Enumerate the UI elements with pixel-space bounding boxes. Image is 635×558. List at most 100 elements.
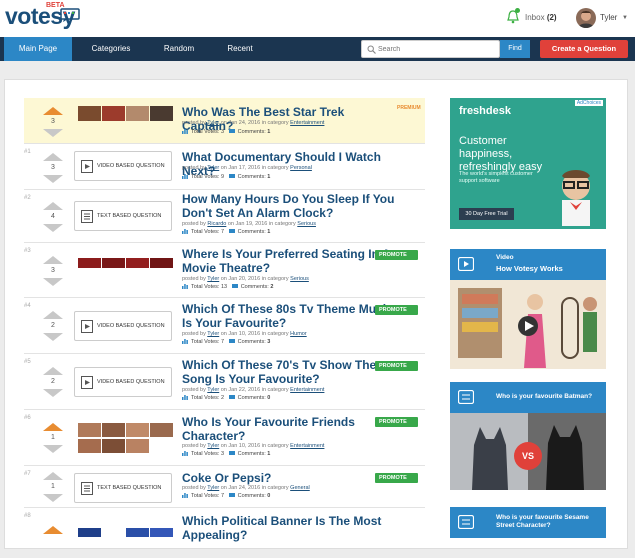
category-link[interactable]: Humor <box>290 331 307 337</box>
upvote-icon[interactable] <box>43 202 63 210</box>
ad-cta-button[interactable]: 30 Day Free Trial <box>459 208 514 220</box>
upvote-icon[interactable] <box>43 367 63 375</box>
question-row: #3 3 Where Is Your Preferred Seating In … <box>24 243 425 298</box>
question-meta: posted by Tyler on Jan 10, 2016 in categ… <box>182 443 422 449</box>
question-title[interactable]: Coke Or Pepsi? <box>182 471 397 485</box>
rank-label: #8 <box>24 513 31 519</box>
question-meta: posted by Ricardo on Jan 19, 2016 in cat… <box>182 221 422 227</box>
tab-random[interactable]: Random <box>150 37 208 61</box>
category-link[interactable]: Personal <box>290 165 312 171</box>
author-link[interactable]: Tyler <box>207 276 219 282</box>
question-title[interactable]: Which Of These 80s Tv Theme Music Is You… <box>182 302 397 330</box>
comments-label: Comments: <box>237 339 266 345</box>
how-votesy-works-card[interactable]: Video How Votesy Works <box>450 249 606 369</box>
question-title[interactable]: Who Is Your Favourite Friends Character? <box>182 415 397 443</box>
author-link[interactable]: Tyler <box>207 387 219 393</box>
question-thumbnails[interactable] <box>74 528 174 558</box>
promote-button[interactable]: PROMOTE <box>375 250 418 260</box>
question-type-box[interactable]: VIDEO BASED QUESTION <box>74 311 172 341</box>
promote-button[interactable]: PROMOTE <box>375 473 418 483</box>
downvote-icon[interactable] <box>43 445 63 453</box>
batman-poll-card[interactable]: Who is your favourite Batman? VS <box>450 382 606 490</box>
category-link[interactable]: Entertainment <box>290 120 324 126</box>
downvote-icon[interactable] <box>43 129 63 137</box>
tab-main-page[interactable]: Main Page <box>4 37 72 61</box>
author-link[interactable]: Tyler <box>207 331 219 337</box>
category-link[interactable]: Entertainment <box>290 387 324 393</box>
upvote-icon[interactable] <box>43 107 63 115</box>
downvote-icon[interactable] <box>43 494 63 502</box>
question-thumbnails[interactable] <box>74 106 174 136</box>
category-link[interactable]: Serious <box>290 276 309 282</box>
posted-by-label: posted by <box>182 276 206 282</box>
upvote-icon[interactable] <box>43 423 63 431</box>
promote-button[interactable]: PROMOTE <box>375 417 418 427</box>
question-type-box[interactable]: TEXT BASED QUESTION <box>74 201 172 231</box>
question-type-box[interactable]: VIDEO BASED QUESTION <box>74 367 172 397</box>
inbox-link[interactable]: Inbox (2) <box>525 13 557 22</box>
upvote-icon[interactable] <box>43 472 63 480</box>
downvote-icon[interactable] <box>43 175 63 183</box>
username[interactable]: Tyler <box>600 13 617 22</box>
sesame-street-poll-card[interactable]: Who is your favourite Sesame Street Char… <box>450 507 606 538</box>
question-row: #7 1 TEXT BASED QUESTION Coke Or Pepsi? … <box>24 466 425 508</box>
question-type-box[interactable]: VIDEO BASED QUESTION <box>74 151 172 181</box>
search-input[interactable] <box>378 42 496 56</box>
total-votes-label: Total Votes: <box>191 493 220 499</box>
freshdesk-ad[interactable]: AdChoices freshdesk Customer happiness, … <box>450 98 606 229</box>
downvote-icon[interactable] <box>43 224 63 232</box>
question-row: #5 2 VIDEO BASED QUESTION Which Of These… <box>24 354 425 410</box>
create-question-button[interactable]: Create a Question <box>540 40 628 58</box>
question-title[interactable]: How Many Hours Do You Sleep If You Don't… <box>182 192 397 220</box>
total-votes-value: 13 <box>220 284 228 290</box>
video-icon <box>81 320 93 333</box>
author-link[interactable]: Tyler <box>207 485 219 491</box>
promote-button[interactable]: PROMOTE <box>375 361 418 371</box>
total-votes-label: Total Votes: <box>191 395 220 401</box>
total-votes-value: 3 <box>220 129 225 135</box>
vote-count: 2 <box>51 322 55 329</box>
vote-count: 3 <box>51 267 55 274</box>
question-thumbnails[interactable] <box>74 258 174 288</box>
adchoices-label[interactable]: AdChoices <box>574 100 603 106</box>
post-date: on Jan 24, 2016 in category <box>220 120 289 126</box>
question-title[interactable]: Where Is Your Preferred Seating In A Mov… <box>182 247 397 275</box>
category-link[interactable]: General <box>290 485 310 491</box>
question-type-box[interactable]: TEXT BASED QUESTION <box>74 473 172 503</box>
posted-by-label: posted by <box>182 485 206 491</box>
question-meta: posted by Tyler on Jan 24, 2016 in categ… <box>182 485 422 491</box>
author-link[interactable]: Ricardo <box>207 221 226 227</box>
comments-label: Comments: <box>237 129 266 135</box>
rank-label: #1 <box>24 149 31 155</box>
author-link[interactable]: Tyler <box>207 443 219 449</box>
upvote-icon[interactable] <box>43 153 63 161</box>
author-link[interactable]: Tyler <box>207 165 219 171</box>
post-date: on Jan 10, 2016 in category <box>220 331 289 337</box>
author-link[interactable]: Tyler <box>207 120 219 126</box>
category-link[interactable]: Serious <box>297 221 316 227</box>
avatar[interactable] <box>576 8 596 28</box>
downvote-icon[interactable] <box>43 333 63 341</box>
find-button[interactable]: Find <box>500 40 530 58</box>
comments-count: 1 <box>267 174 271 180</box>
downvote-icon[interactable] <box>43 278 63 286</box>
comments-count: 2 <box>270 284 274 290</box>
question-title[interactable]: Which Of These 70's Tv Show Theme Song I… <box>182 358 397 386</box>
promote-button[interactable]: PROMOTE <box>375 305 418 315</box>
tab-categories[interactable]: Categories <box>76 37 146 61</box>
rank-label: #4 <box>24 303 31 309</box>
bar-chart-icon <box>182 395 188 401</box>
question-title[interactable]: Which Political Banner Is The Most Appea… <box>182 514 397 542</box>
total-votes-label: Total Votes: <box>191 174 220 180</box>
downvote-icon[interactable] <box>43 389 63 397</box>
rank-label: #3 <box>24 248 31 254</box>
upvote-icon[interactable] <box>43 526 63 534</box>
upvote-icon[interactable] <box>43 311 63 319</box>
chevron-down-icon[interactable]: ▼ <box>622 15 628 21</box>
category-link[interactable]: Entertainment <box>290 443 324 449</box>
question-meta: posted by Tyler on Jan 24, 2016 in categ… <box>182 120 422 126</box>
comments-label: Comments: <box>237 493 266 499</box>
question-thumbnails[interactable] <box>74 423 174 453</box>
tab-recent[interactable]: Recent <box>212 37 268 61</box>
upvote-icon[interactable] <box>43 256 63 264</box>
